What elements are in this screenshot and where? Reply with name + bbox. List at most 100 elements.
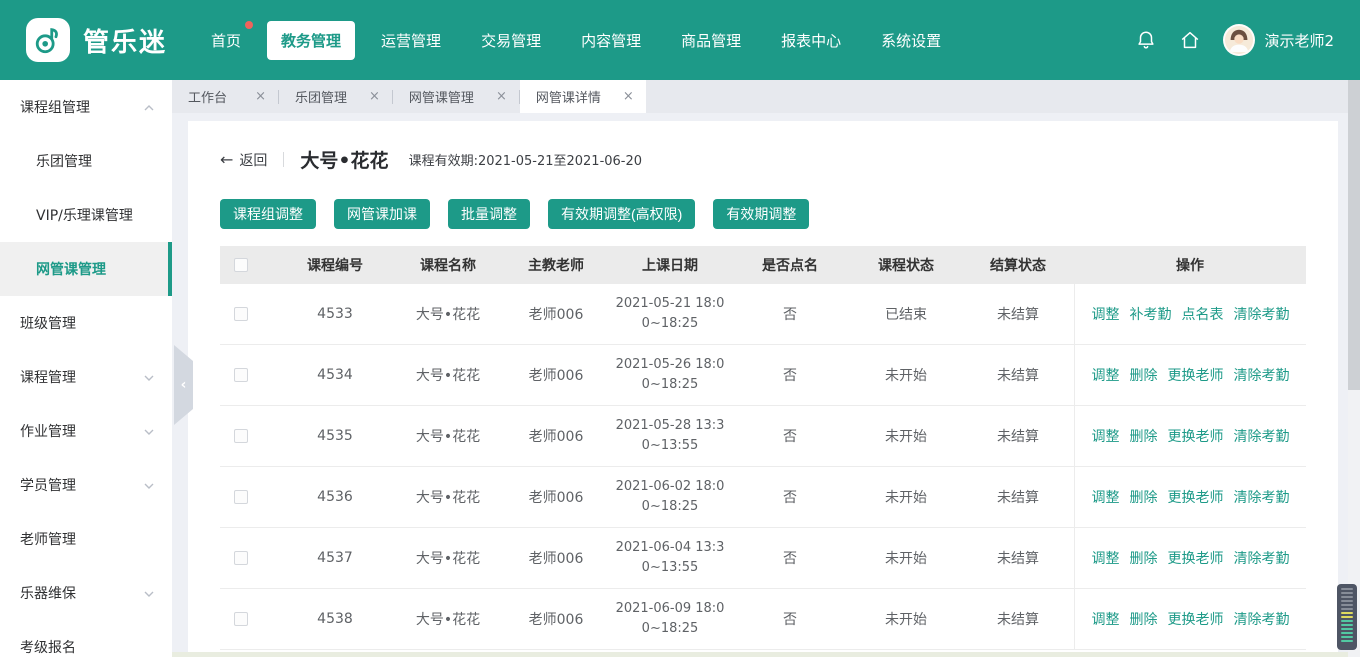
row-action-link[interactable]: 删除 (1130, 548, 1158, 568)
row-action-link[interactable]: 清除考勤 (1234, 365, 1290, 385)
header-rollcall: 是否点名 (730, 255, 850, 275)
rollcall-cell: 否 (730, 304, 850, 324)
teacher-cell: 老师006 (502, 426, 610, 446)
nav-item-operations[interactable]: 运营管理 (367, 21, 455, 60)
operations-cell: 调整 补考勤 点名表 清除考勤 (1074, 284, 1306, 344)
row-action-link[interactable]: 删除 (1130, 426, 1158, 446)
class-date-cell: 2021-06-02 18:00~18:25 (610, 477, 730, 517)
chevron-down-icon (144, 369, 154, 385)
row-checkbox-cell (220, 307, 276, 321)
row-action-link[interactable]: 补考勤 (1130, 304, 1172, 324)
row-action-link[interactable]: 清除考勤 (1234, 548, 1290, 568)
topbar-right: 演示老师2 (1135, 24, 1334, 56)
floating-widget[interactable] (1337, 584, 1357, 650)
row-action-link[interactable]: 删除 (1130, 487, 1158, 507)
row-checkbox-cell (220, 490, 276, 504)
bell-icon[interactable] (1135, 29, 1157, 51)
nav-item-settings[interactable]: 系统设置 (867, 21, 955, 60)
nav-item-reports[interactable]: 报表中心 (767, 21, 855, 60)
sidebar-item-course-group-mgmt[interactable]: 课程组管理 (0, 80, 172, 134)
row-action-link[interactable]: 调整 (1092, 426, 1120, 446)
nav-item-academic[interactable]: 教务管理 (267, 21, 355, 60)
tab-online-course-mgmt[interactable]: 网管课管理 × (393, 80, 519, 113)
nav-item-products[interactable]: 商品管理 (667, 21, 755, 60)
class-date-cell: 2021-05-26 18:00~18:25 (610, 355, 730, 395)
sidebar-item-course-mgmt[interactable]: 课程管理 (0, 350, 172, 404)
scrollbar-thumb[interactable] (1348, 80, 1360, 390)
course-status-cell: 未开始 (850, 426, 962, 446)
close-icon[interactable]: × (496, 89, 507, 104)
row-action-link[interactable]: 调整 (1092, 609, 1120, 629)
row-action-link[interactable]: 调整 (1092, 304, 1120, 324)
sidebar-item-orchestra-mgmt[interactable]: 乐团管理 (0, 134, 172, 188)
row-checkbox[interactable] (234, 307, 248, 321)
page-scrollbar[interactable] (1348, 80, 1360, 657)
sidebar-item-class-mgmt[interactable]: 班级管理 (0, 296, 172, 350)
select-all-checkbox[interactable] (234, 258, 248, 272)
batch-adjust-button[interactable]: 批量调整 (448, 199, 530, 229)
back-button[interactable]: ← 返回 (220, 150, 267, 170)
nav-item-home[interactable]: 首页 (197, 21, 255, 60)
app-logo[interactable]: 管乐迷 (26, 18, 167, 62)
row-action-link[interactable]: 清除考勤 (1234, 426, 1290, 446)
nav-item-transactions[interactable]: 交易管理 (467, 21, 555, 60)
user-menu[interactable]: 演示老师2 (1223, 24, 1334, 56)
validity-adjust-privileged-button[interactable]: 有效期调整(高权限) (548, 199, 695, 229)
row-action-link[interactable]: 调整 (1092, 548, 1120, 568)
sidebar-item-student-mgmt[interactable]: 学员管理 (0, 458, 172, 512)
nav-item-content[interactable]: 内容管理 (567, 21, 655, 60)
row-checkbox[interactable] (234, 429, 248, 443)
rollcall-cell: 否 (730, 548, 850, 568)
course-status-cell: 未开始 (850, 548, 962, 568)
operations-cell: 调整 删除 更换老师 清除考勤 (1074, 406, 1306, 466)
close-icon[interactable]: × (623, 89, 634, 104)
row-checkbox[interactable] (234, 612, 248, 626)
row-action-link[interactable]: 更换老师 (1168, 548, 1224, 568)
sidebar-item-online-course-mgmt[interactable]: 网管课管理 (0, 242, 172, 296)
row-action-link[interactable]: 更换老师 (1168, 426, 1224, 446)
class-date-cell: 2021-05-28 13:30~13:55 (610, 416, 730, 456)
row-checkbox[interactable] (234, 368, 248, 382)
row-action-link[interactable]: 调整 (1092, 487, 1120, 507)
tab-bar: 工作台 × 乐团管理 × 网管课管理 × 网管课详情 × (172, 80, 1360, 113)
row-action-link[interactable]: 更换老师 (1168, 609, 1224, 629)
row-action-link[interactable]: 调整 (1092, 365, 1120, 385)
chevron-down-icon (144, 477, 154, 493)
sidebar-item-teacher-mgmt[interactable]: 老师管理 (0, 512, 172, 566)
settlement-status-cell: 未结算 (962, 426, 1074, 446)
sidebar: 课程组管理 乐团管理 VIP/乐理课管理 网管课管理 班级管理 课程管理 作业管… (0, 80, 172, 657)
row-action-link[interactable]: 删除 (1130, 365, 1158, 385)
row-action-link[interactable]: 删除 (1130, 609, 1158, 629)
home-icon[interactable] (1179, 29, 1201, 51)
row-checkbox[interactable] (234, 551, 248, 565)
header-operations: 操作 (1074, 255, 1306, 275)
add-online-course-button[interactable]: 网管课加课 (334, 199, 430, 229)
row-action-link[interactable]: 清除考勤 (1234, 487, 1290, 507)
sidebar-item-instrument-maintenance[interactable]: 乐器维保 (0, 566, 172, 620)
operations-cell: 调整 删除 更换老师 清除考勤 (1074, 589, 1306, 649)
course-name-cell: 大号•花花 (394, 487, 502, 507)
action-buttons: 课程组调整 网管课加课 批量调整 有效期调整(高权限) 有效期调整 (220, 199, 1306, 229)
course-group-adjust-button[interactable]: 课程组调整 (220, 199, 316, 229)
tab-workbench[interactable]: 工作台 × (172, 80, 278, 113)
row-action-link[interactable]: 点名表 (1182, 304, 1224, 324)
row-action-link[interactable]: 更换老师 (1168, 365, 1224, 385)
sidebar-item-exam-registration[interactable]: 考级报名 (0, 620, 172, 657)
teacher-cell: 老师006 (502, 487, 610, 507)
close-icon[interactable]: × (255, 89, 266, 104)
tab-orchestra-mgmt[interactable]: 乐团管理 × (279, 80, 392, 113)
row-checkbox[interactable] (234, 490, 248, 504)
sidebar-item-homework-mgmt[interactable]: 作业管理 (0, 404, 172, 458)
teacher-cell: 老师006 (502, 304, 610, 324)
class-date-cell: 2021-06-04 13:30~13:55 (610, 538, 730, 578)
row-action-link[interactable]: 更换老师 (1168, 487, 1224, 507)
header-course-id: 课程编号 (276, 255, 394, 275)
row-action-link[interactable]: 清除考勤 (1234, 304, 1290, 324)
close-icon[interactable]: × (369, 89, 380, 104)
tab-online-course-detail[interactable]: 网管课详情 × (520, 80, 646, 113)
row-action-link[interactable]: 清除考勤 (1234, 609, 1290, 629)
validity-adjust-button[interactable]: 有效期调整 (713, 199, 809, 229)
teacher-cell: 老师006 (502, 548, 610, 568)
sidebar-item-vip-theory-mgmt[interactable]: VIP/乐理课管理 (0, 188, 172, 242)
user-name: 演示老师2 (1264, 30, 1334, 51)
